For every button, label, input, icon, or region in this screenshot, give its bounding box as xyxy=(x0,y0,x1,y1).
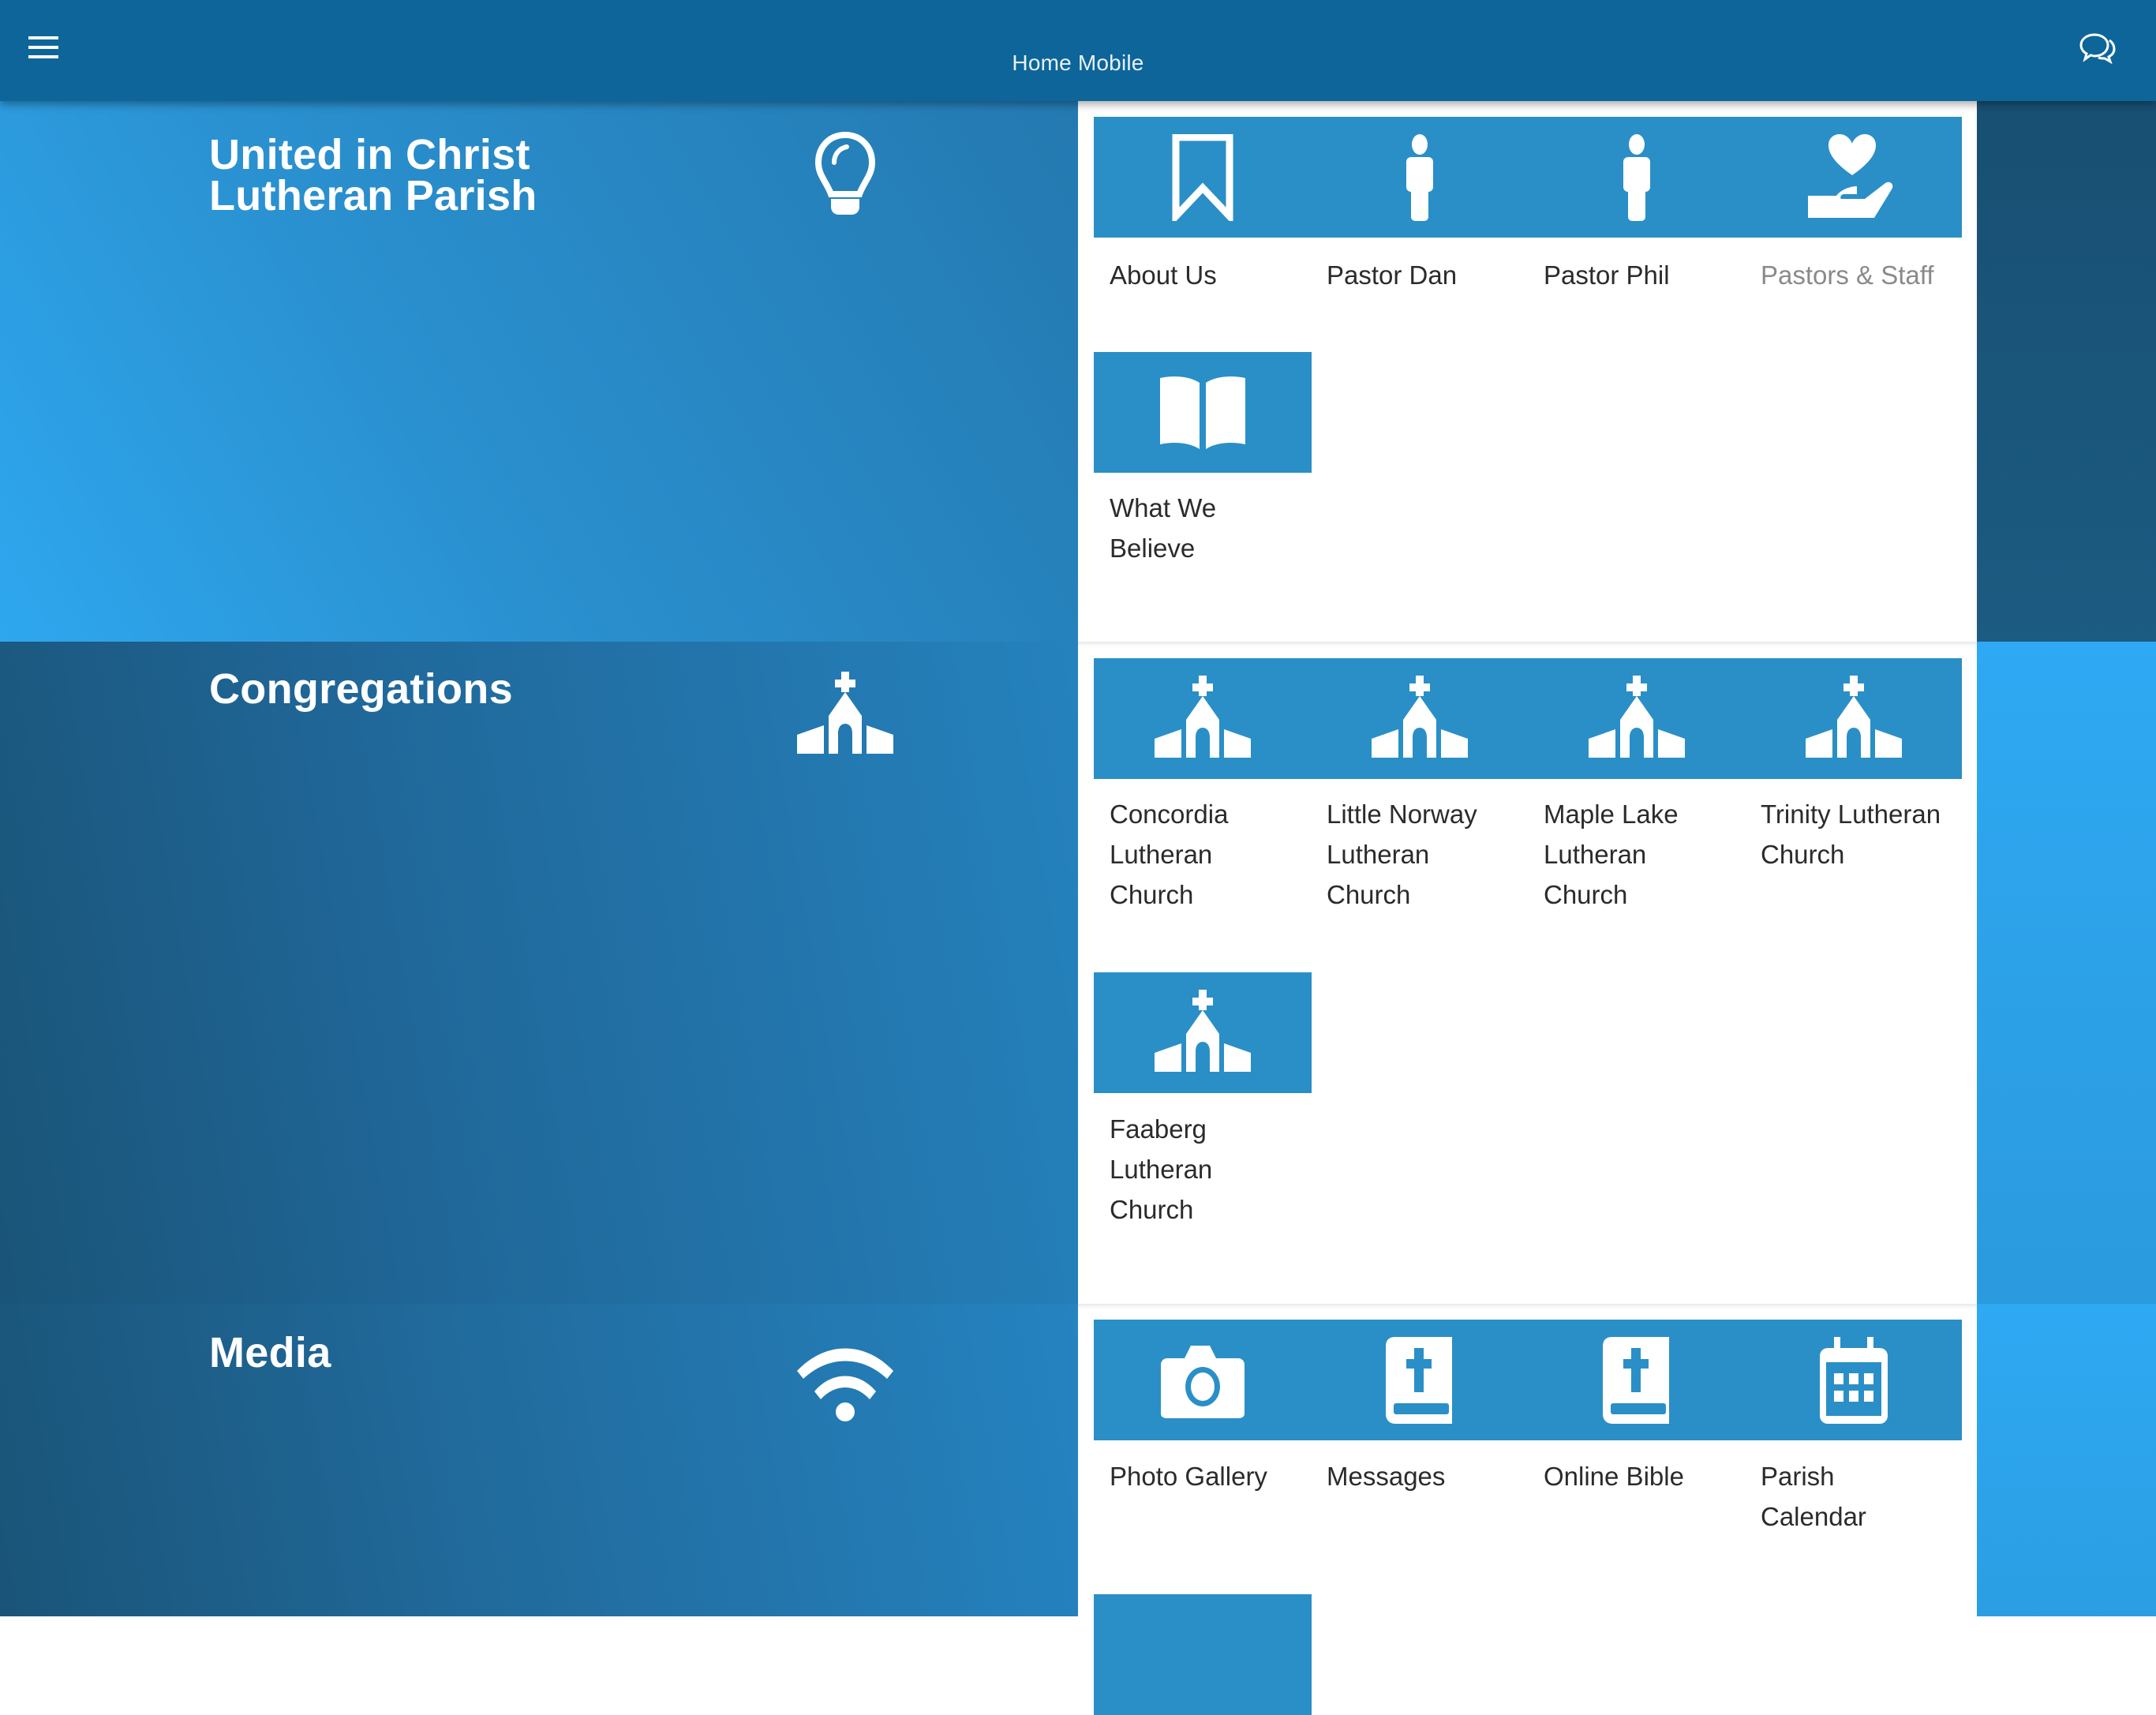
church-icon xyxy=(1585,676,1688,762)
tile-panel: Concordia Lutheran Church Little Norway … xyxy=(1078,642,1977,1304)
person-icon xyxy=(1621,134,1653,221)
section-title: United in Christ Lutheran Parish xyxy=(209,131,537,219)
tile-label: Parish xyxy=(1761,1462,1835,1491)
tile-label: Online Bible xyxy=(1544,1462,1684,1491)
tile-label: Trinity Lutheran xyxy=(1761,799,1941,829)
tile-label: Messages xyxy=(1327,1462,1446,1491)
tile-label: Pastors & Staff xyxy=(1761,260,1934,290)
open-book-icon xyxy=(1155,373,1250,452)
section-banner: United in Christ Lutheran Parish xyxy=(0,101,1078,642)
hand-heart-icon xyxy=(1806,134,1901,221)
tile-label: Photo Gallery xyxy=(1110,1462,1267,1491)
tile-label: Calendar xyxy=(1761,1502,1866,1531)
section-media: Media Photo Gallery Messages Online Bibl… xyxy=(0,1304,2156,1715)
tile-label: Lutheran xyxy=(1544,840,1647,869)
church-icon xyxy=(1151,676,1254,762)
tile-panel: Photo Gallery Messages Online Bible Pari… xyxy=(1078,1304,1977,1715)
section-title-line: Lutheran Parish xyxy=(209,172,537,219)
bible-icon xyxy=(1601,1337,1672,1424)
bookmark-icon xyxy=(1171,134,1234,221)
church-icon xyxy=(1802,676,1905,762)
section-parish: United in Christ Lutheran Parish About U… xyxy=(0,101,2156,642)
tile-label: Church xyxy=(1761,840,1845,869)
tile-label: Pastor Dan xyxy=(1327,260,1458,290)
tile-label: Little Norway xyxy=(1327,799,1477,829)
tile-label: Faaberg xyxy=(1110,1114,1207,1144)
tile-panel: About Us Pastor Dan Pastor Phil Pastors … xyxy=(1078,101,1977,642)
section-banner: Congregations xyxy=(0,642,1078,1304)
tile-label: Lutheran xyxy=(1110,840,1213,869)
camera-icon xyxy=(1159,1341,1246,1420)
bible-icon xyxy=(1384,1337,1455,1424)
calendar-icon xyxy=(1818,1337,1889,1424)
section-title-line: United in Christ xyxy=(209,131,530,178)
chat-bubbles-icon[interactable] xyxy=(2079,32,2117,65)
tile-icon-band-partial[interactable] xyxy=(1094,1594,1312,1715)
right-strip xyxy=(1977,101,2156,642)
tile-label: About Us xyxy=(1110,260,1217,290)
section-title: Congregations xyxy=(209,665,513,713)
tile-label: Believe xyxy=(1110,534,1196,563)
section-banner: Media xyxy=(0,1304,1078,1616)
tile-label: Church xyxy=(1110,1195,1194,1224)
church-icon xyxy=(794,672,896,758)
page-title: Home Mobile xyxy=(1012,51,1144,75)
tile-label: Lutheran xyxy=(1327,840,1430,869)
tile-label: Pastor Phil xyxy=(1544,260,1670,290)
church-icon xyxy=(1151,990,1254,1077)
wifi-signal-icon xyxy=(794,1340,896,1427)
tile-label: What We xyxy=(1110,493,1217,522)
lightbulb-icon xyxy=(794,131,896,218)
right-strip xyxy=(1977,1304,2156,1616)
tile-label: Maple Lake xyxy=(1544,799,1679,829)
tile-label: Church xyxy=(1327,880,1411,909)
app-header: Home Mobile xyxy=(0,0,2156,101)
tile-label: Church xyxy=(1110,880,1194,909)
right-strip xyxy=(1977,642,2156,1304)
tile-label: Church xyxy=(1544,880,1628,909)
tile-label: Lutheran xyxy=(1110,1155,1213,1184)
section-title: Media xyxy=(209,1329,331,1376)
section-congregations: Congregations Concordia Lutheran Church … xyxy=(0,642,2156,1304)
person-icon xyxy=(1404,134,1435,221)
church-icon xyxy=(1368,676,1471,762)
tile-label: Concordia xyxy=(1110,799,1229,829)
